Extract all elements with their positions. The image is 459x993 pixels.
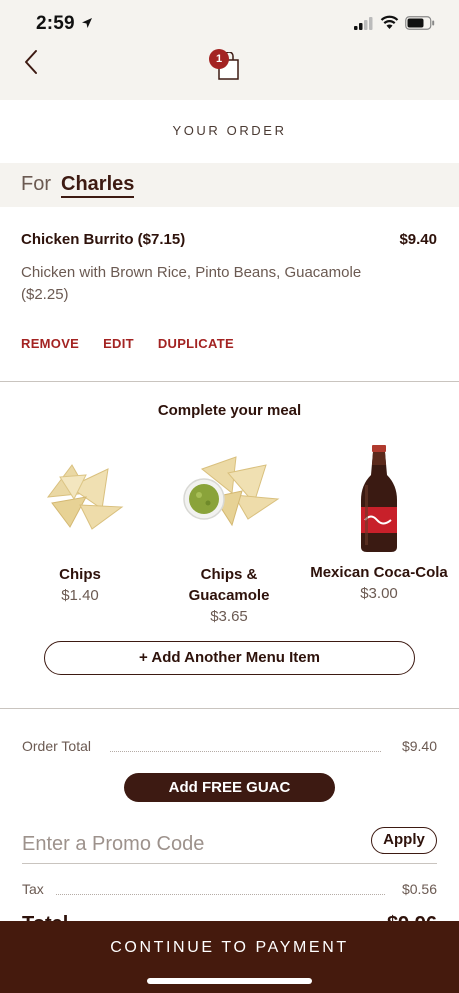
complete-meal-title: Complete your meal: [157, 402, 302, 419]
meal-item-price: $3.65: [210, 608, 248, 625]
coca-cola-bottle-image: [361, 445, 397, 552]
apply-button[interactable]: Apply: [371, 827, 437, 854]
tax-amount: $0.56: [401, 881, 437, 897]
tax-label: Tax: [22, 881, 44, 897]
cart-count-badge: 1: [209, 49, 229, 69]
add-free-guac-button[interactable]: Add FREE GUAC: [124, 773, 335, 802]
meal-item-name: Mexican Coca-Cola: [310, 564, 448, 581]
chips-guacamole-image: [183, 456, 280, 527]
location-arrow-icon: [82, 18, 92, 28]
divider: [0, 708, 459, 709]
meal-item-name: Chips: [59, 566, 101, 583]
recipient-row: For Charles: [0, 163, 459, 207]
meal-item-price: $1.40: [61, 587, 99, 604]
status-bar: 2:59: [0, 0, 459, 46]
divider: [0, 381, 459, 382]
meal-item-name: Chips & Guacamole: [188, 566, 270, 604]
tax-row: Tax $0.56: [22, 881, 437, 901]
remove-button[interactable]: REMOVE: [21, 336, 79, 351]
promo-code-input[interactable]: [22, 829, 362, 859]
recipient-label: For: [21, 173, 51, 195]
continue-label: CONTINUE TO PAYMENT: [110, 939, 349, 956]
duplicate-button[interactable]: DUPLICATE: [158, 336, 234, 351]
battery-icon: [405, 16, 435, 30]
edit-button[interactable]: EDIT: [103, 336, 134, 351]
item-actions: REMOVE EDIT DUPLICATE: [21, 336, 254, 351]
page-title: YOUR ORDER: [172, 123, 287, 138]
continue-to-payment-button[interactable]: CONTINUE TO PAYMENT: [0, 921, 459, 993]
nav-bar: 1: [0, 46, 459, 100]
cellular-signal-icon: [354, 17, 373, 30]
leader-dots: [110, 751, 381, 752]
item-description: Chicken with Brown Rice, Pinto Beans, Gu…: [21, 264, 362, 303]
back-chevron-icon[interactable]: [20, 48, 46, 78]
promo-code-row: Apply: [22, 827, 437, 864]
chips-image: [46, 464, 124, 530]
meal-suggestion-chips-guacamole[interactable]: Chips & Guacamole $3.65: [169, 447, 289, 627]
order-header: YOUR ORDER: [0, 100, 459, 163]
item-name: Chicken Burrito ($7.15): [21, 231, 186, 248]
status-time: 2:59: [36, 13, 75, 34]
home-indicator: [147, 978, 312, 984]
meal-item-price: $3.00: [360, 585, 398, 602]
order-total-label: Order Total: [22, 738, 91, 754]
wifi-icon: [380, 15, 399, 29]
add-another-item-button[interactable]: + Add Another Menu Item: [44, 641, 415, 675]
item-price: $9.40: [399, 231, 437, 248]
leader-dots: [56, 894, 385, 895]
meal-suggestion-coca-cola[interactable]: Mexican Coca-Cola $3.00: [309, 445, 449, 604]
meal-suggestion-chips[interactable]: Chips $1.40: [20, 447, 140, 606]
order-total-amount: $9.40: [401, 738, 437, 754]
recipient-name-link[interactable]: Charles: [61, 173, 135, 198]
order-total-row: Order Total $9.40: [22, 738, 437, 758]
